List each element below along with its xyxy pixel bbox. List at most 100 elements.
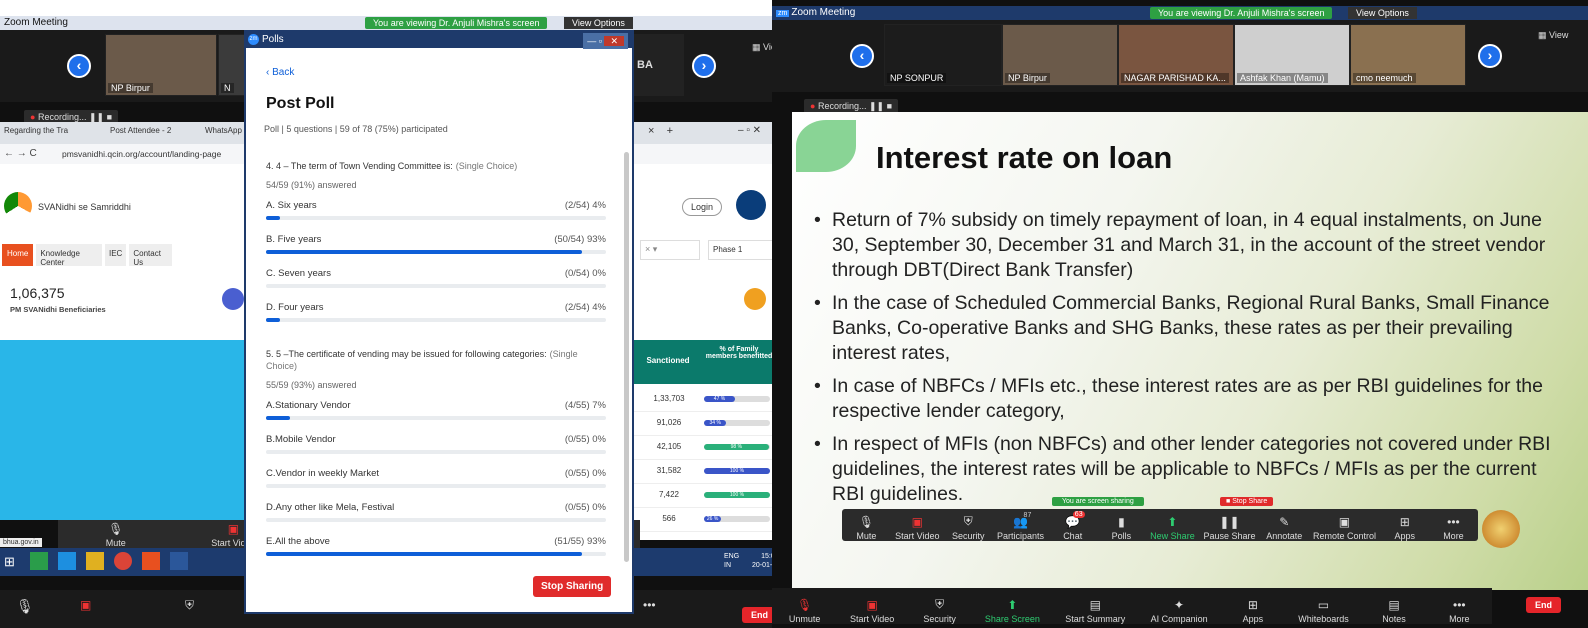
- paint-icon[interactable]: [142, 552, 160, 570]
- more-icon: •••: [1447, 515, 1460, 529]
- option-bar: [266, 416, 606, 420]
- share-screen-button[interactable]: ⬆ Share Screen: [985, 598, 1040, 624]
- right-video-tile[interactable]: NP Birpur: [1002, 24, 1118, 86]
- annotate-button[interactable]: ✎ Annotate: [1264, 515, 1304, 541]
- reload-icon[interactable]: ← → C: [4, 148, 37, 159]
- right-view-options[interactable]: View Options: [1348, 7, 1417, 19]
- polls-button[interactable]: ▮ Polls: [1101, 515, 1141, 541]
- unmute-icon: 🎙: [797, 598, 813, 612]
- poll-option: C.Vendor in weekly Market (0/55) 0%: [266, 468, 606, 502]
- left-video-tile[interactable]: BA: [632, 34, 684, 96]
- polls-window-controls-icon[interactable]: — ▫ ✕: [583, 33, 628, 49]
- mute-button[interactable]: 🎙 Mute: [846, 515, 886, 541]
- left-next-arrow-icon[interactable]: ›: [692, 54, 716, 78]
- poll-heading: Post Poll: [266, 95, 335, 112]
- stop-share-button[interactable]: ■ Stop Share: [1220, 497, 1274, 506]
- filter-select[interactable]: × ▾: [640, 240, 700, 260]
- more-button[interactable]: ••• More: [1433, 515, 1473, 541]
- option-bar: [266, 450, 606, 454]
- browser-tab[interactable]: WhatsApp: [205, 126, 242, 135]
- security-button[interactable]: ⛨ Security: [948, 514, 988, 541]
- toolbar-label: Participants: [996, 531, 1044, 541]
- excel-icon[interactable]: [30, 552, 48, 570]
- nav-home[interactable]: Home: [2, 244, 34, 266]
- window-controls-icon[interactable]: – ▫ ✕: [738, 125, 761, 136]
- poll-option: B. Five years (50/54) 93%: [266, 234, 606, 268]
- security-shield-icon[interactable]: ⛨: [185, 598, 194, 613]
- whiteboards-button[interactable]: ▭ Whiteboards: [1298, 598, 1349, 624]
- toolbar-label: Apps: [1242, 614, 1264, 624]
- right-video-tile[interactable]: cmo neemuch: [1350, 24, 1466, 86]
- back-link[interactable]: ‹ Back: [266, 67, 294, 78]
- option-bar: [266, 216, 606, 220]
- polls-scrollbar[interactable]: [624, 152, 629, 562]
- new-share-button[interactable]: ⬆ New Share: [1150, 515, 1195, 541]
- leaf-decoration-icon: [796, 120, 856, 172]
- right-zoom-window: zm Zoom Meeting You are viewing Dr. Anjul…: [772, 0, 1588, 628]
- start-video-button[interactable]: ▣ Start Video: [895, 515, 939, 541]
- more-button[interactable]: ••• More: [1439, 598, 1479, 624]
- right-next-arrow-icon[interactable]: ›: [1478, 44, 1502, 68]
- whiteboards-icon: ▭: [1317, 598, 1330, 612]
- region: IN: [724, 562, 731, 569]
- nav-contact[interactable]: Contact Us: [129, 244, 172, 267]
- qci-logo-icon: [736, 190, 766, 220]
- browser-tab[interactable]: Post Attendee - 2: [110, 126, 180, 135]
- poll-option: D. Four years (2/54) 4%: [266, 302, 606, 336]
- windows-start-icon[interactable]: ⊞: [4, 554, 15, 570]
- left-video-tile[interactable]: NP Birpur: [105, 34, 217, 96]
- right-end-button[interactable]: End: [1526, 597, 1561, 613]
- table-header: Sanctioned: [646, 356, 690, 365]
- new-tab-icon[interactable]: × +: [648, 125, 673, 137]
- login-button[interactable]: Login: [682, 198, 723, 216]
- url-field[interactable]: pmsvanidhi.qcin.org/account/landing-page: [62, 149, 221, 159]
- option-bar-fill: [266, 250, 583, 254]
- chrome-icon[interactable]: [114, 552, 132, 570]
- apps-button[interactable]: ⊞ Apps: [1385, 515, 1425, 541]
- stop-sharing-button[interactable]: Stop Sharing: [533, 576, 612, 597]
- start-summary-icon: ▤: [1089, 598, 1101, 612]
- phase-select[interactable]: Phase 1: [708, 240, 778, 260]
- percent-bar: 26 %: [704, 516, 770, 522]
- apps-icon: ⊞: [1399, 515, 1410, 529]
- folder-icon[interactable]: [86, 552, 104, 570]
- right-video-tile[interactable]: Ashfak Khan (Mamu): [1234, 24, 1350, 86]
- nav-iec[interactable]: IEC: [105, 244, 127, 266]
- unmute-button[interactable]: 🎙 Unmute: [785, 598, 825, 624]
- ie-icon[interactable]: [58, 552, 76, 570]
- more-dots-icon[interactable]: •••: [643, 598, 656, 612]
- notes-button[interactable]: ▤ Notes: [1374, 598, 1414, 624]
- right-video-tile[interactable]: NP SONPUR: [884, 24, 1002, 86]
- right-view-button[interactable]: ▦ View: [1538, 30, 1568, 41]
- right-prev-arrow-icon[interactable]: ‹: [850, 44, 874, 68]
- site-name: SVANidhi se Samriddhi: [38, 202, 131, 212]
- left-prev-arrow-icon[interactable]: ‹: [67, 54, 91, 78]
- footer-url: bhua.gov.in: [0, 538, 42, 547]
- video-off-icon[interactable]: ▣: [80, 598, 91, 612]
- mute-button[interactable]: 🎙 Mute: [96, 522, 136, 548]
- word-icon[interactable]: [170, 552, 188, 570]
- start-summary-button[interactable]: ▤ Start Summary: [1065, 598, 1125, 624]
- table-header: % of Family members benefitted: [705, 346, 773, 360]
- start-video-button[interactable]: ▣ Start Video: [850, 598, 894, 624]
- pause-share-button[interactable]: ❚❚ Pause Share: [1203, 515, 1255, 541]
- participants-button[interactable]: 87 👥 Participants: [996, 512, 1044, 541]
- settings-gear-icon[interactable]: [744, 288, 766, 310]
- sanctioned-value: 42,105: [656, 442, 682, 451]
- nav-knowledge-center[interactable]: Knowledge Center: [36, 244, 102, 267]
- remote-control-button[interactable]: ▣ Remote Control: [1313, 515, 1376, 541]
- security-button[interactable]: ⛨ Security: [920, 597, 960, 624]
- chat-button[interactable]: 63 💬 Chat: [1053, 511, 1093, 541]
- right-video-tile[interactable]: NAGAR PARISHAD KA...: [1118, 24, 1234, 86]
- percent-bar-fill: 98 %: [704, 444, 769, 450]
- browser-tab[interactable]: Regarding the Tra: [4, 126, 94, 135]
- user-icon[interactable]: [222, 288, 244, 310]
- apps-button[interactable]: ⊞ Apps: [1233, 598, 1273, 624]
- mic-icon[interactable]: 🎙: [16, 598, 34, 615]
- security-icon: ⛨: [935, 597, 945, 611]
- option-bar: [266, 318, 606, 322]
- poll-option: A.Stationary Vendor (4/55) 7%: [266, 400, 606, 434]
- toolbar-label: Start Video: [895, 531, 940, 541]
- left-view-options[interactable]: View Options: [564, 17, 633, 29]
- ai-companion-button[interactable]: ✦ AI Companion: [1151, 598, 1208, 624]
